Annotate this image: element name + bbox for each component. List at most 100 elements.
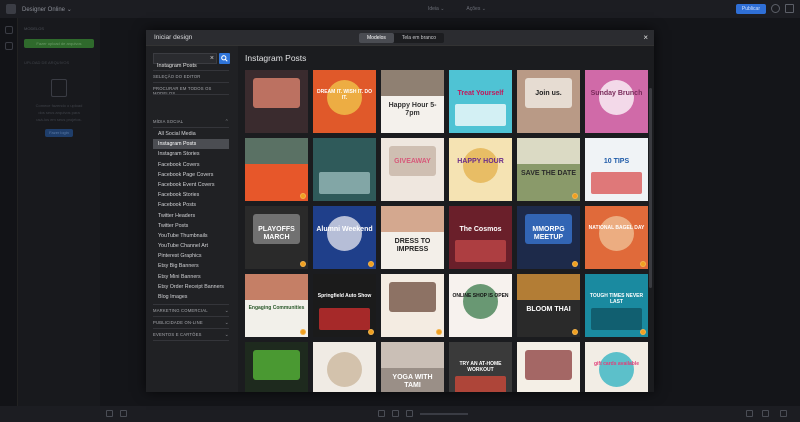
template-thumbnail[interactable]: The Cosmos <box>449 206 512 269</box>
thumbnail-graphic <box>599 216 634 251</box>
template-thumbnail[interactable]: gift cards available <box>585 342 648 392</box>
thumbnail-text: TRY AN AT-HOME WORKOUT <box>459 361 502 373</box>
zoom-slider[interactable] <box>420 413 468 415</box>
template-thumbnail[interactable]: Engaging Communities <box>245 274 308 337</box>
gallery-scrollbar[interactable] <box>649 88 652 288</box>
category-etsy-order-receipt-banners[interactable]: Etsy Order Receipt Banners <box>153 282 229 292</box>
thumbnail-text: 10 TIPS <box>603 158 630 165</box>
category-facebook-stories[interactable]: Facebook Stories <box>153 190 229 200</box>
template-thumbnail[interactable]: ONLINE SHOP IS OPEN <box>449 274 512 337</box>
template-thumbnail[interactable] <box>381 274 444 337</box>
tab-templates[interactable]: Modelos <box>359 33 394 43</box>
thumbnail-text: Join us. <box>535 90 562 97</box>
template-thumbnail[interactable]: Springfield Auto Show <box>313 274 376 337</box>
empty-text-1: Comece fazendo o upload <box>35 103 83 108</box>
category-twitter-posts[interactable]: Twitter Posts <box>153 221 229 231</box>
menu-icon[interactable] <box>785 4 794 13</box>
thumbnail-text: MMORPG MEETUP <box>532 226 565 241</box>
template-thumbnail[interactable]: Treat Yourself <box>449 70 512 133</box>
template-thumbnail[interactable] <box>313 342 376 392</box>
thumbnail-graphic <box>319 172 370 194</box>
category-etsy-big-banners[interactable]: Etsy Big Banners <box>153 261 229 271</box>
redo-icon[interactable] <box>762 410 769 417</box>
nav-actions[interactable]: Ações ⌄ <box>466 6 485 12</box>
uploads-icon[interactable] <box>4 42 13 50</box>
category-youtube-thumbnails[interactable]: YouTube Thumbnails <box>153 231 229 241</box>
template-thumbnail[interactable]: NATIONAL BAGEL DAY <box>585 206 648 269</box>
category-youtube-channel-art[interactable]: YouTube Channel Art <box>153 241 229 251</box>
template-thumbnail[interactable]: PLAYOFFS MARCH <box>245 206 308 269</box>
template-thumbnail[interactable]: Happy Hour 5-7pm <box>381 70 444 133</box>
nav-idea[interactable]: Ideia ⌄ <box>428 6 444 12</box>
template-thumbnail[interactable]: DREAM IT. WISH IT. DO IT. <box>313 70 376 133</box>
category-etsy-mini-banners[interactable]: Etsy Mini Banners <box>153 272 229 282</box>
thumbnail-graphic <box>455 104 506 126</box>
thumbnail-text: gift cards available <box>593 361 640 367</box>
template-thumbnail[interactable]: Sunday Brunch <box>585 70 648 133</box>
top-nav: Ideia ⌄ Ações ⌄ <box>428 6 486 12</box>
fit-icon[interactable] <box>378 410 385 417</box>
template-thumbnail[interactable] <box>245 342 308 392</box>
clear-search-icon[interactable]: × <box>210 54 214 63</box>
template-thumbnail[interactable]: GIVEAWAY <box>381 138 444 201</box>
thumbnail-graphic <box>319 308 370 330</box>
login-button[interactable]: Fazer login <box>45 129 73 137</box>
divider <box>153 82 229 83</box>
category-pinterest-graphics[interactable]: Pinterest Graphics <box>153 251 229 261</box>
thumbnail-graphic <box>245 138 308 164</box>
category-all-social-media[interactable]: All Social Media <box>153 129 229 139</box>
template-thumbnail[interactable]: HAPPY HOUR <box>449 138 512 201</box>
template-thumbnail[interactable]: 10 TIPS <box>585 138 648 201</box>
category-facebook-event-covers[interactable]: Facebook Event Covers <box>153 180 229 190</box>
upload-icon <box>51 79 67 97</box>
category-blog-images[interactable]: Blog Images <box>153 292 229 302</box>
category-instagram-stories[interactable]: Instagram Stories <box>153 149 229 159</box>
template-thumbnail[interactable]: TRY AN AT-HOME WORKOUT <box>449 342 512 392</box>
section-events-cards[interactable]: EVENTOS E CARTÕES ⌄ <box>153 332 229 338</box>
template-thumbnail[interactable]: Alumni Weekend <box>313 206 376 269</box>
help-icon[interactable] <box>771 4 780 13</box>
section-online-ads[interactable]: PUBLICIDADE ON-LINE ⌄ <box>153 320 229 326</box>
template-thumbnail[interactable]: BLOOM THAI <box>517 274 580 337</box>
template-thumbnail[interactable]: MMORPG MEETUP <box>517 206 580 269</box>
thumbnail-graphic <box>463 284 498 319</box>
template-thumbnail[interactable]: Join us. <box>517 70 580 133</box>
publish-button[interactable]: Publicar <box>735 4 766 14</box>
zoom-in-icon[interactable] <box>406 410 413 417</box>
category-instagram-posts[interactable]: Instagram Posts <box>153 139 229 150</box>
thumbnail-graphic <box>381 342 444 368</box>
category-facebook-posts[interactable]: Facebook Posts <box>153 200 229 210</box>
grid-icon[interactable] <box>106 410 113 417</box>
premium-badge-icon <box>572 261 578 267</box>
zoom-out-icon[interactable] <box>392 410 399 417</box>
category-facebook-covers[interactable]: Facebook Covers <box>153 160 229 170</box>
template-thumbnail[interactable]: TOUGH TIMES NEVER LAST <box>585 274 648 337</box>
upload-button[interactable]: Fazer upload de arquivos <box>24 39 94 48</box>
search-button[interactable] <box>219 53 230 64</box>
start-design-modal: Iniciar design Modelos Tela em branco × … <box>146 30 654 392</box>
fullscreen-icon[interactable] <box>780 410 787 417</box>
left-panel: MODELOS Fazer upload de arquivos UPLOAD … <box>18 18 100 406</box>
template-thumbnail[interactable] <box>245 138 308 201</box>
template-thumbnail[interactable] <box>313 138 376 201</box>
template-thumbnail[interactable]: SAVE THE DATE <box>517 138 580 201</box>
section-marketing[interactable]: MARKETING COMERCIAL ⌄ <box>153 308 229 314</box>
close-icon[interactable]: × <box>643 33 648 43</box>
template-thumbnail[interactable] <box>517 342 580 392</box>
category-twitter-headers[interactable]: Twitter Headers <box>153 211 229 221</box>
template-thumbnail[interactable]: YOGA WITH TAMI <box>381 342 444 392</box>
editor-selection[interactable]: SELEÇÃO DO EDITOR <box>153 74 229 79</box>
template-thumbnail[interactable]: DRESS TO IMPRESS <box>381 206 444 269</box>
templates-icon[interactable] <box>4 26 13 34</box>
modal-title: Iniciar design <box>154 34 193 41</box>
social-media-header[interactable]: MÍDIA SOCIAL ⌃ <box>153 119 229 125</box>
pages-icon[interactable] <box>120 410 127 417</box>
left-tool-rail <box>0 18 18 406</box>
divider <box>153 94 229 95</box>
app-name[interactable]: Designer Online ⌄ <box>22 6 72 13</box>
social-media-list: All Social Media Instagram Posts Instagr… <box>153 129 229 302</box>
template-thumbnail[interactable] <box>245 70 308 133</box>
category-facebook-page-covers[interactable]: Facebook Page Covers <box>153 170 229 180</box>
tab-blank-canvas[interactable]: Tela em branco <box>394 33 444 43</box>
undo-icon[interactable] <box>746 410 753 417</box>
